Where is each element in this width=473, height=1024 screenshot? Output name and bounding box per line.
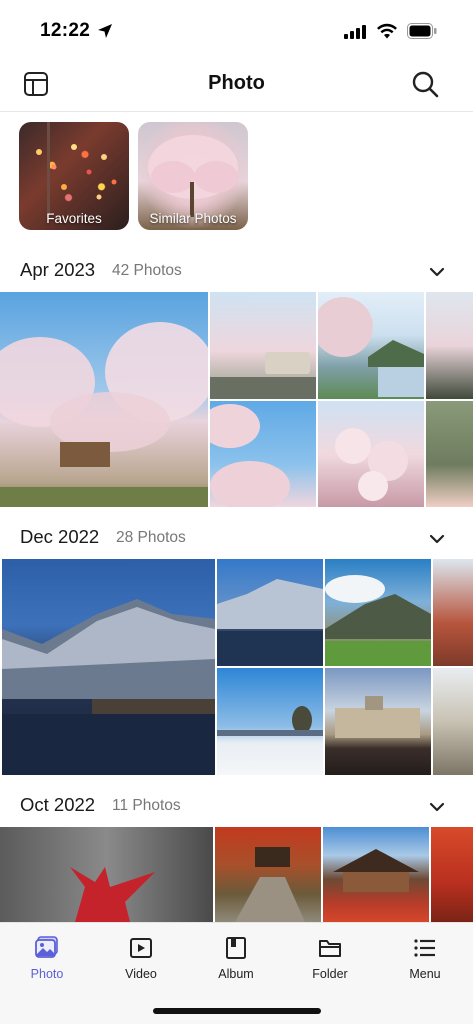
photo-thumbnail[interactable] [0,292,208,507]
tab-photo[interactable]: Photo [7,935,87,981]
photo-thumbnail[interactable] [215,827,321,922]
wifi-icon [377,23,397,39]
photo-grid-apr-2023 [0,292,473,507]
album-label: Similar Photos [149,211,237,226]
photo-thumbnail[interactable] [210,401,316,507]
chevron-down-icon[interactable] [426,796,448,818]
tab-album[interactable]: Album [196,935,276,981]
photo-thumbnail[interactable] [323,827,429,922]
video-icon [130,938,152,958]
page-title: Photo [208,72,265,94]
album-favorites[interactable]: Favorites [19,122,129,230]
app-header: Photo [0,58,473,112]
tab-label: Photo [30,967,64,981]
battery-icon [407,23,437,39]
photo-icon [35,936,58,958]
section-count: 11 Photos [112,797,181,814]
tab-menu[interactable]: Menu [385,935,465,981]
photo-grid-dec-2022 [0,559,473,775]
folder-icon [319,940,341,957]
home-indicator [153,1008,321,1014]
section-header-oct-2022: Oct 2022 11 Photos [0,786,473,826]
status-time: 12:22 [40,20,91,41]
tab-video[interactable]: Video [101,935,181,981]
photo-thumbnail[interactable] [318,401,424,507]
album-icon [226,937,246,959]
photo-thumbnail[interactable] [426,401,473,507]
section-header-apr-2023: Apr 2023 42 Photos [0,251,473,291]
cellular-signal-icon [344,25,366,39]
album-label: Favorites [46,211,102,226]
album-similar-photos[interactable]: Similar Photos [138,122,248,230]
tab-label: Album [218,967,254,981]
photo-thumbnail[interactable] [433,668,473,775]
photo-thumbnail[interactable] [325,668,431,775]
section-count: 28 Photos [116,529,186,546]
chevron-down-icon[interactable] [426,528,448,550]
photo-thumbnail[interactable] [433,559,473,666]
photo-thumbnail[interactable] [217,559,323,666]
photo-thumbnail[interactable] [210,292,316,399]
tab-label: Video [125,967,157,981]
tab-label: Menu [409,967,441,981]
photo-thumbnail[interactable] [0,827,213,922]
section-header-dec-2022: Dec 2022 28 Photos [0,518,473,558]
menu-icon [414,939,435,957]
search-icon[interactable] [410,69,440,99]
chevron-down-icon[interactable] [426,261,448,283]
section-date: Dec 2022 [20,526,100,547]
section-date: Apr 2023 [20,259,96,280]
section-date: Oct 2022 [20,794,96,815]
photo-thumbnail[interactable] [431,827,473,922]
tab-folder[interactable]: Folder [290,935,370,981]
status-bar: 12:22 [0,0,473,58]
photo-thumbnail[interactable] [217,668,323,775]
photo-thumbnail[interactable] [318,292,424,399]
tab-label: Folder [312,967,348,981]
photo-grid-oct-2022 [0,827,473,922]
photo-thumbnail[interactable] [426,292,473,399]
photo-thumbnail[interactable] [2,559,215,775]
section-count: 42 Photos [112,262,182,279]
location-arrow-icon [98,24,112,38]
photo-thumbnail[interactable] [325,559,431,666]
